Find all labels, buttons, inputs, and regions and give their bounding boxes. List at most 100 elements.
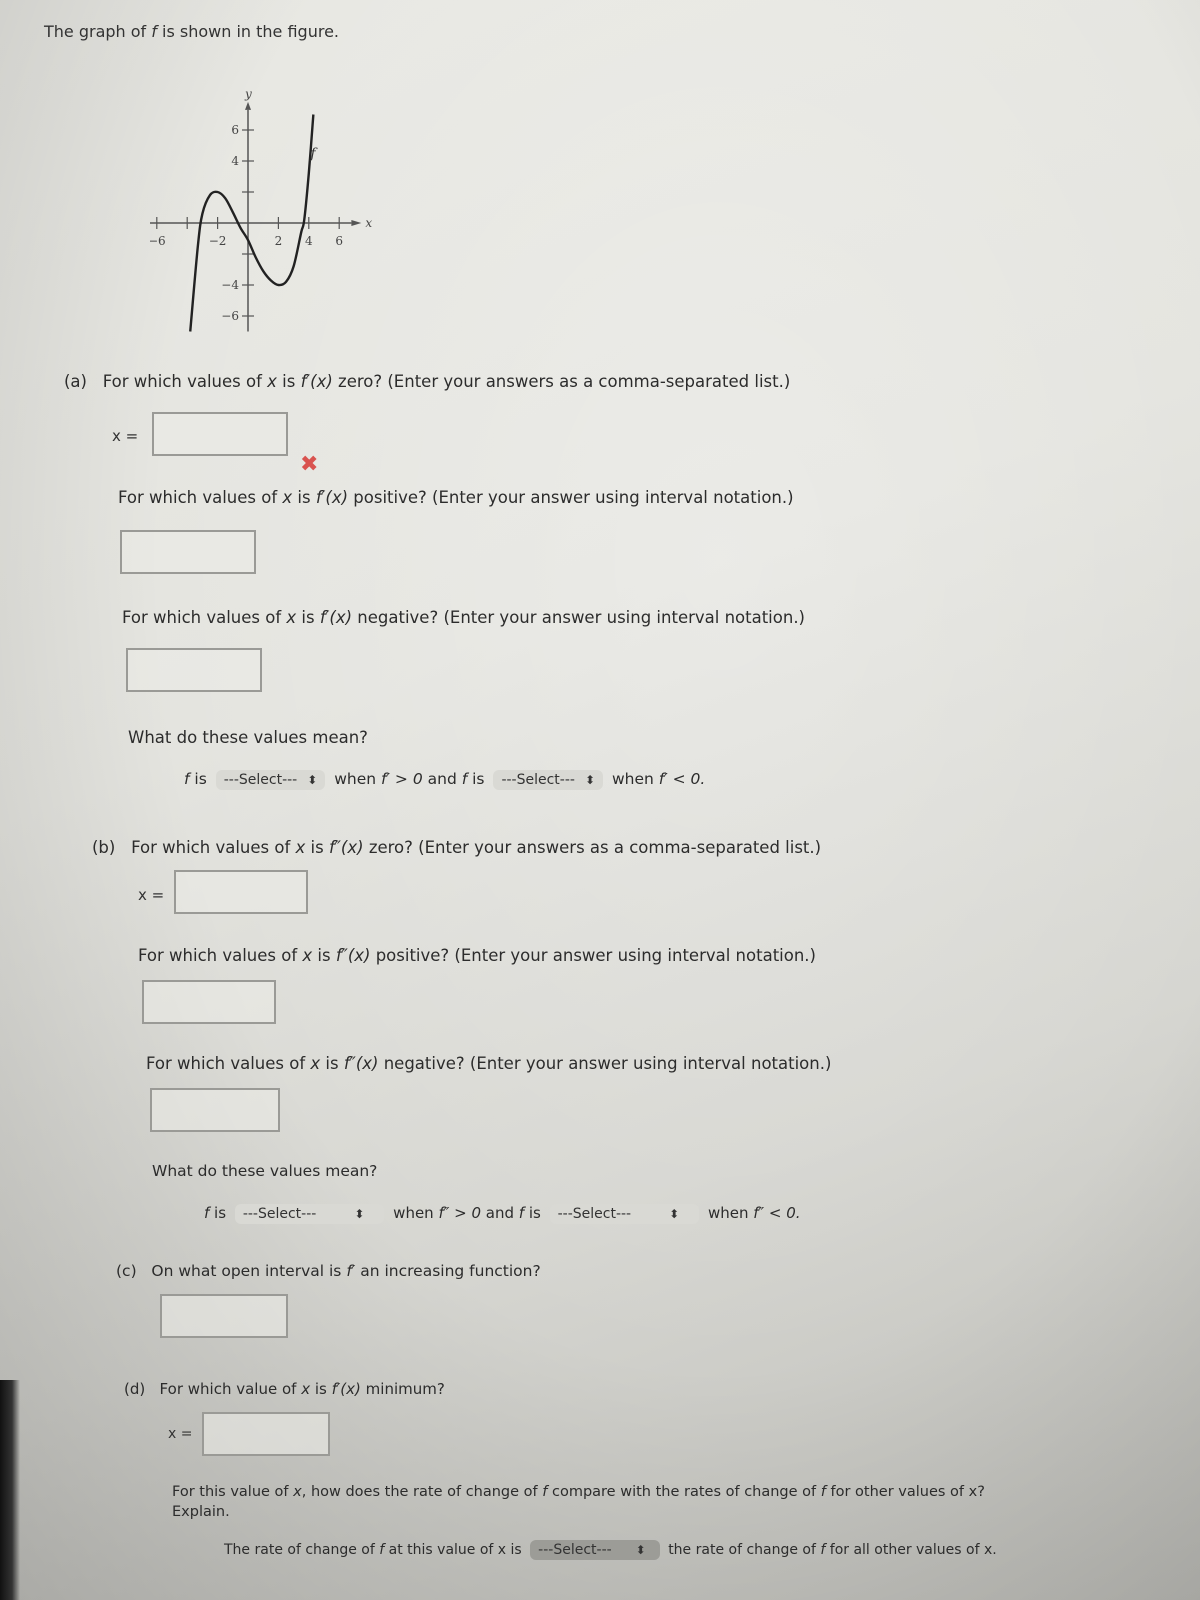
q-post: an increasing function?: [355, 1262, 541, 1280]
q-x: x: [282, 488, 293, 507]
q-x: x: [302, 946, 313, 965]
chevron-updown-icon: ⬍: [669, 1207, 680, 1221]
s-is: is: [524, 1204, 541, 1222]
rate-sentence: The rate of change of f at this value of…: [224, 1540, 997, 1560]
q-fn: f′(x): [319, 608, 353, 627]
q-post: positive? (Enter your answer using inter…: [348, 488, 794, 507]
b-select-negative[interactable]: ---Select--- ⬍: [549, 1204, 700, 1224]
q-pre: For which values of: [131, 838, 296, 857]
d-select-compare[interactable]: ---Select--- ⬍: [530, 1540, 660, 1560]
intro-text: The graph of f is shown in the figure.: [44, 22, 339, 41]
c-interval-input[interactable]: [160, 1294, 288, 1338]
q-fn: f′(x): [315, 488, 349, 507]
s-is: is: [189, 770, 207, 788]
s-cond: f′ > 0: [381, 770, 423, 788]
chevron-updown-icon: ⬍: [635, 1543, 646, 1557]
a-positive-input[interactable]: [120, 530, 256, 574]
a-zero-input[interactable]: [152, 412, 288, 456]
x-equals-label: x =: [138, 886, 165, 904]
y-tick-label: −6: [221, 309, 239, 323]
part-b-label: (b): [92, 838, 116, 857]
intro-pre: The graph of: [44, 22, 152, 41]
q-pre: For which values of: [102, 372, 268, 391]
q-pre: For which values of: [146, 1054, 311, 1073]
x-axis-label: x: [365, 216, 372, 230]
q-x: x: [267, 372, 277, 391]
x-tick-label: −6: [150, 234, 166, 248]
e-post: for other values of x?: [825, 1484, 985, 1500]
r-mid: at this value of x is: [384, 1542, 522, 1558]
select-label: ---Select---: [223, 772, 298, 788]
select-label: ---Select---: [242, 1206, 317, 1222]
x-tick-label: 2: [275, 234, 283, 248]
x-equals-label: x =: [112, 427, 139, 445]
y-tick-label: −4: [221, 278, 239, 292]
e-x: x: [293, 1484, 302, 1500]
q-post: zero? (Enter your answers as a comma-sep…: [363, 838, 822, 857]
q-mid: is: [276, 372, 301, 391]
x-tick-label: −2: [209, 234, 227, 248]
y-axis-label: y: [244, 87, 252, 101]
r-pre: The rate of change of: [224, 1542, 380, 1558]
s-is: is: [467, 770, 485, 788]
q-mid: is: [320, 1054, 344, 1073]
s-and: and: [422, 770, 462, 788]
curve-label-f: f: [309, 146, 318, 162]
y-tick-label: 4: [231, 154, 239, 168]
q-fn: f″(x): [343, 1054, 379, 1073]
b-positive-input[interactable]: [142, 980, 276, 1024]
question-b2: For which values of x is f″(x) positive?…: [138, 946, 816, 965]
b-zero-input[interactable]: [174, 870, 308, 914]
a-select-negative[interactable]: ---Select--- ⬍: [493, 770, 603, 790]
s-when: when: [334, 770, 382, 788]
s-when: when: [611, 770, 659, 788]
meaning-sentence-b: f is ---Select--- ⬍ when f″ > 0 and f is …: [204, 1204, 801, 1224]
question-a3: For which values of x is f′(x) negative?…: [122, 608, 805, 627]
question-a2: For which values of x is f′(x) positive?…: [118, 488, 794, 507]
d-minimum-input[interactable]: [202, 1412, 330, 1456]
q-x: x: [301, 1380, 311, 1398]
y-axis-arrow: [245, 101, 251, 110]
q-x: x: [295, 838, 306, 857]
monitor-bezel: [0, 1380, 20, 1600]
e-line2: Explain.: [172, 1504, 230, 1520]
q-fn: f″(x): [328, 838, 364, 857]
x-tick-label: 4: [305, 234, 313, 248]
q-pre: On what open interval is: [151, 1262, 347, 1280]
meaning-sentence-a: f is ---Select--- ⬍ when f′ > 0 and f is …: [184, 770, 705, 790]
q-mid: is: [292, 488, 316, 507]
select-label: ---Select---: [501, 772, 575, 788]
q-post: positive? (Enter your answer using inter…: [370, 946, 816, 965]
s-cond: f″ > 0: [438, 1204, 481, 1222]
s-and: and: [481, 1204, 519, 1222]
q-pre: For which values of: [138, 946, 303, 965]
b-select-positive[interactable]: ---Select--- ⬍: [234, 1204, 385, 1224]
part-a-label: (a): [64, 372, 87, 391]
intro-post: is shown in the figure.: [156, 22, 339, 41]
chevron-updown-icon: ⬍: [354, 1207, 365, 1221]
part-d-label: (d): [124, 1380, 146, 1398]
x-equals-label: x =: [168, 1426, 193, 1442]
select-label: ---Select---: [538, 1542, 612, 1558]
s-is: is: [209, 1204, 227, 1222]
b-negative-input[interactable]: [150, 1088, 280, 1132]
q-post: minimum?: [360, 1380, 445, 1398]
q-pre: For which value of: [159, 1380, 302, 1398]
function-graph: x y −6 −2 2 4 6 −6 −4 4 6 f: [150, 87, 372, 332]
q-fn: f′: [346, 1262, 356, 1280]
e-pre: For this value of: [172, 1484, 294, 1500]
a-select-positive[interactable]: ---Select--- ⬍: [215, 770, 326, 790]
s-cond: f′ < 0.: [658, 770, 706, 788]
chevron-updown-icon: ⬍: [307, 773, 318, 787]
x-axis-arrow: [351, 220, 362, 226]
q-post: negative? (Enter your answer using inter…: [352, 608, 805, 627]
e-mid: , how does the rate of change of: [301, 1484, 543, 1500]
part-c-label: (c): [116, 1262, 137, 1280]
question-b3: For which values of x is f″(x) negative?…: [146, 1054, 831, 1073]
q-mid: is: [310, 1380, 332, 1398]
q-fn: f″(x): [335, 946, 371, 965]
a-negative-input[interactable]: [126, 648, 262, 692]
meaning-heading-b: What do these values mean?: [152, 1162, 378, 1180]
select-label: ---Select---: [557, 1206, 632, 1222]
chevron-updown-icon: ⬍: [584, 773, 595, 787]
